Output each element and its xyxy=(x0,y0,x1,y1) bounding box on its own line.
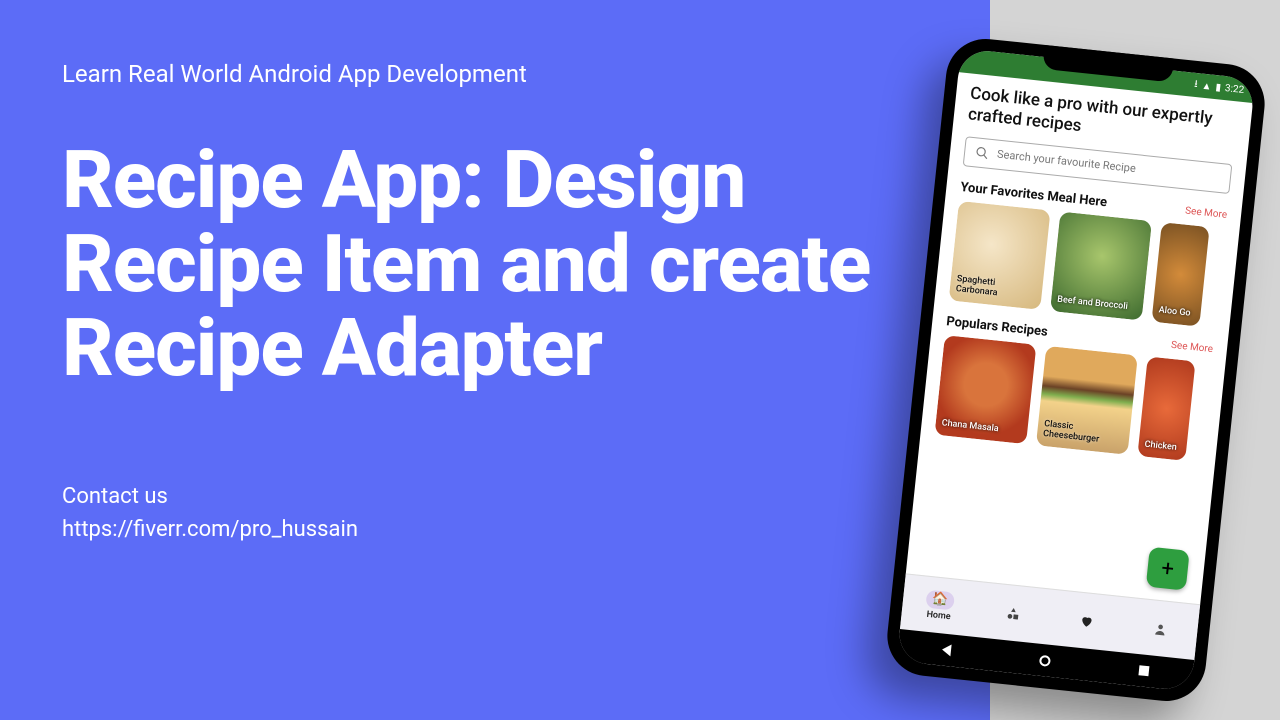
signal-icon: ▲ xyxy=(1201,80,1212,92)
recipe-card[interactable]: Aloo Go xyxy=(1152,222,1210,326)
clock-icon: 3:22 xyxy=(1224,83,1244,96)
shapes-icon xyxy=(998,603,1028,624)
search-icon xyxy=(975,145,990,160)
recipe-card[interactable]: Classic Cheeseburger xyxy=(1036,345,1138,454)
popular-see-more[interactable]: See More xyxy=(1171,339,1214,354)
contact-label: Contact us xyxy=(62,480,940,513)
favorites-see-more[interactable]: See More xyxy=(1185,205,1228,220)
search-placeholder: Search your favourite Recipe xyxy=(996,148,1136,175)
heart-icon xyxy=(1072,611,1102,632)
subtitle: Learn Real World Android App Development xyxy=(62,60,940,88)
contact-url: https://fiverr.com/pro_hussain xyxy=(62,513,940,546)
recipe-card[interactable]: Chicken xyxy=(1137,356,1195,460)
back-icon[interactable] xyxy=(942,644,952,657)
popular-row[interactable]: Chana Masala Classic Cheeseburger Chicke… xyxy=(935,335,1212,462)
nav-profile[interactable] xyxy=(1130,617,1192,641)
recipe-card[interactable]: Chana Masala xyxy=(935,335,1037,444)
favorites-row[interactable]: Spaghetti Carbonara Beef and Broccoli Al… xyxy=(949,200,1226,327)
recents-icon[interactable] xyxy=(1138,665,1149,676)
battery-icon: ▮ xyxy=(1215,82,1222,94)
recipe-card[interactable]: Beef and Broccoli xyxy=(1050,211,1152,320)
person-icon xyxy=(1146,618,1176,639)
promo-panel: Learn Real World Android App Development… xyxy=(0,0,990,720)
download-icon: ⭳ xyxy=(1193,76,1198,93)
home-icon: 🏠 xyxy=(925,589,955,610)
phone-mockup: ⭳ ▲ ▮ 3:22 Cook like a pro with our expe… xyxy=(883,35,1268,705)
main-title: Recipe App: Design Recipe Item and creat… xyxy=(62,138,940,390)
nav-categories[interactable] xyxy=(982,601,1044,625)
home-system-icon[interactable] xyxy=(1039,654,1051,666)
nav-home[interactable]: 🏠 Home xyxy=(908,587,971,623)
plus-icon: + xyxy=(1160,556,1175,582)
contact-block: Contact us https://fiverr.com/pro_hussai… xyxy=(62,480,940,546)
add-button[interactable]: + xyxy=(1146,547,1190,591)
recipe-card[interactable]: Spaghetti Carbonara xyxy=(949,200,1051,309)
nav-favorites[interactable] xyxy=(1056,609,1118,633)
